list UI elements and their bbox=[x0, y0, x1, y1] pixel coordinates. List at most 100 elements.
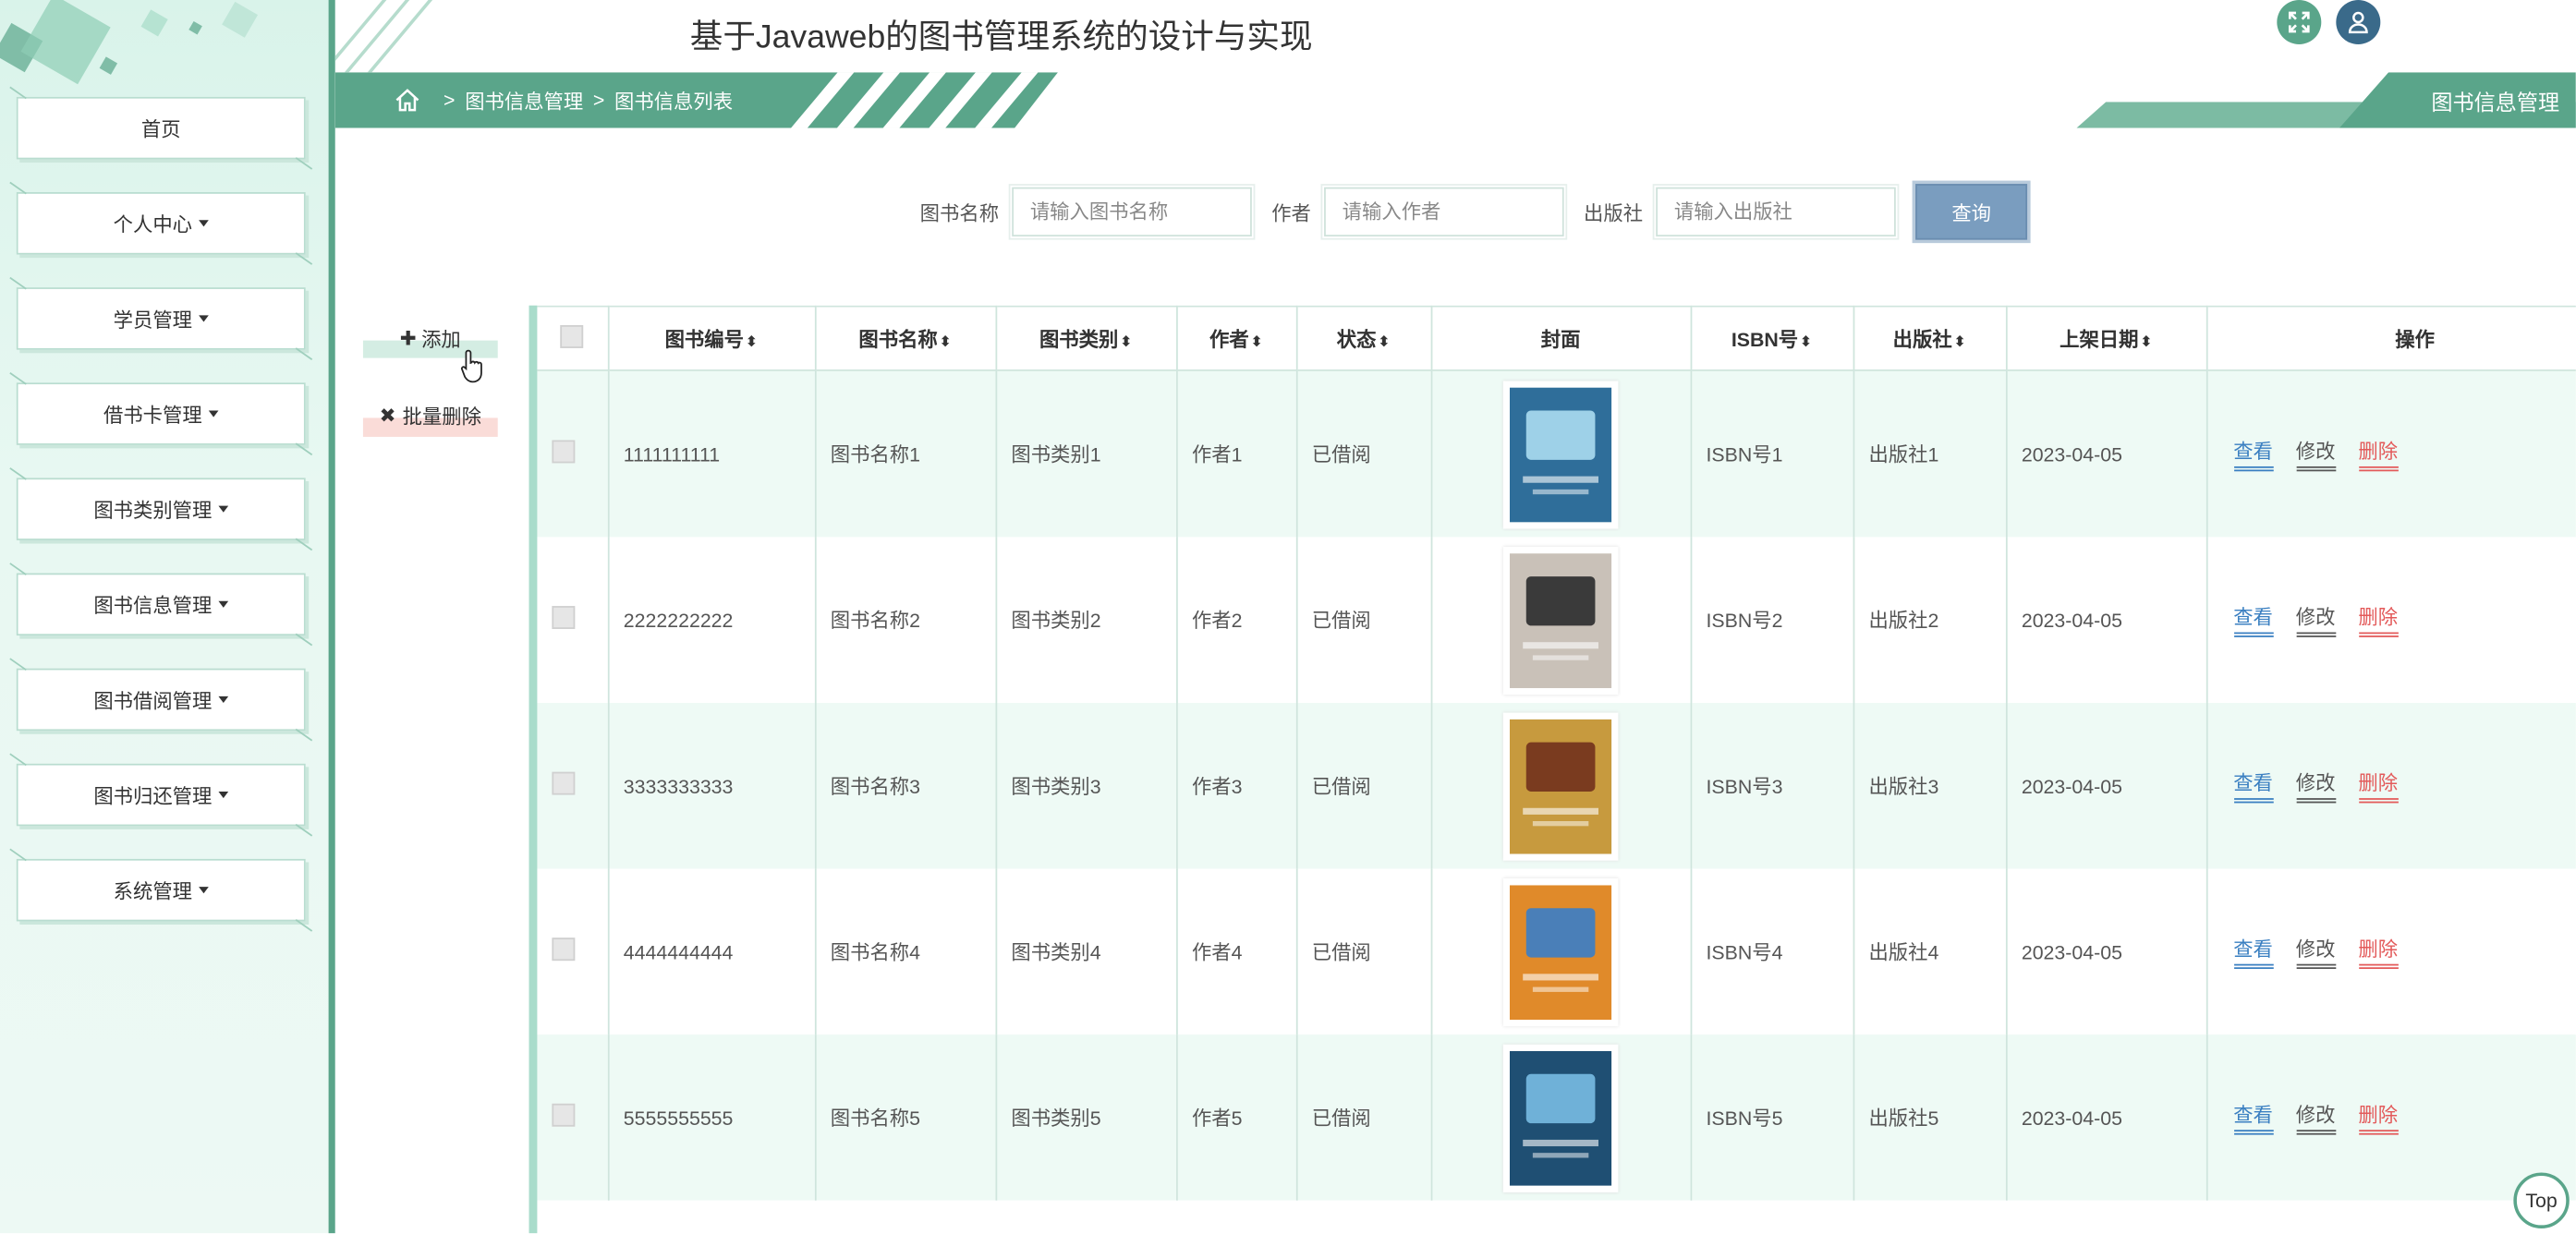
book-name-label: 图书名称 bbox=[919, 200, 1000, 224]
sidebar-item[interactable]: 系统管理 bbox=[16, 858, 306, 922]
edit-link[interactable]: 修改 bbox=[2295, 935, 2336, 970]
delete-link[interactable]: 删除 bbox=[2358, 603, 2399, 637]
book-table: 图书编号 ⬍ 图书名称 ⬍ 图书类别 ⬍ 作者 ⬍ 状态 ⬍ 封面 ISBN号 ⬍ 出版社 ⬍… bbox=[529, 305, 2576, 1234]
cell-cover bbox=[1430, 702, 1692, 869]
fullscreen-button[interactable] bbox=[2277, 0, 2322, 45]
sidebar-item[interactable]: 借书卡管理 bbox=[16, 382, 306, 445]
sidebar-item[interactable]: 图书借阅管理 bbox=[16, 668, 306, 732]
cell-isbn: ISBN号4 bbox=[1690, 868, 1854, 1035]
cell-author: 作者2 bbox=[1176, 537, 1297, 703]
cell-date: 2023-04-05 bbox=[2005, 868, 2207, 1035]
cell-cover bbox=[1430, 537, 1692, 703]
row-checkbox[interactable] bbox=[552, 440, 576, 464]
sidebar-item[interactable]: 图书类别管理 bbox=[16, 478, 306, 540]
view-link[interactable]: 查看 bbox=[2233, 768, 2273, 804]
sidebar-item[interactable]: 学员管理 bbox=[16, 287, 306, 350]
cell-status: 已借阅 bbox=[1295, 1034, 1432, 1201]
column-header[interactable]: 作者 ⬍ bbox=[1176, 305, 1297, 371]
cell-cover bbox=[1430, 369, 1692, 538]
sidebar-item-label: 学员管理 bbox=[113, 308, 193, 332]
row-checkbox-cell[interactable] bbox=[537, 369, 609, 538]
view-link[interactable]: 查看 bbox=[2233, 603, 2273, 637]
delete-link[interactable]: 删除 bbox=[2358, 768, 2399, 804]
cover-accent bbox=[1525, 1072, 1596, 1123]
column-header[interactable]: 图书编号 ⬍ bbox=[607, 305, 816, 371]
select-all-checkbox[interactable] bbox=[560, 324, 584, 348]
cell-status: 已借阅 bbox=[1295, 369, 1432, 538]
book-cover-image bbox=[1502, 1043, 1619, 1192]
home-icon[interactable] bbox=[395, 87, 420, 113]
close-icon: ✖ bbox=[379, 404, 396, 428]
column-header[interactable]: ISBN号 ⬍ bbox=[1690, 305, 1854, 371]
publisher-input[interactable] bbox=[1652, 184, 1900, 240]
cell-id: 2222222222 bbox=[607, 537, 816, 703]
breadcrumb-item-current: 图书信息列表 bbox=[614, 89, 734, 113]
cell-name: 图书名称1 bbox=[814, 369, 997, 538]
edit-link[interactable]: 修改 bbox=[2295, 768, 2336, 804]
row-checkbox-cell[interactable] bbox=[537, 868, 609, 1035]
sidebar-item[interactable]: 个人中心 bbox=[16, 192, 306, 255]
cell-actions: 查看 修改 删除 bbox=[2205, 1034, 2576, 1201]
delete-link[interactable]: 删除 bbox=[2358, 935, 2399, 970]
caret-down-icon bbox=[199, 220, 209, 227]
row-checkbox[interactable] bbox=[552, 606, 576, 629]
column-header: 封面 bbox=[1430, 305, 1692, 371]
book-cover-image bbox=[1502, 546, 1619, 695]
column-header[interactable]: 图书类别 ⬍ bbox=[995, 305, 1177, 371]
column-header[interactable]: 状态 ⬍ bbox=[1295, 305, 1432, 371]
delete-link[interactable]: 删除 bbox=[2358, 1100, 2399, 1135]
sort-icon: ⬍ bbox=[1250, 333, 1263, 349]
search-button[interactable]: 查询 bbox=[1915, 184, 2028, 240]
sidebar-item[interactable]: 图书信息管理 bbox=[16, 573, 306, 636]
sidebar: 首页个人中心学员管理借书卡管理图书类别管理 图书信息管理 图书借阅管理图书归还管理系… bbox=[0, 0, 329, 1234]
row-checkbox[interactable] bbox=[552, 771, 576, 795]
book-cover-image bbox=[1502, 711, 1619, 860]
cell-isbn: ISBN号3 bbox=[1690, 702, 1854, 869]
column-header[interactable]: 图书名称 ⬍ bbox=[814, 305, 997, 371]
sidebar-item-label: 系统管理 bbox=[113, 879, 193, 903]
cover-accent bbox=[1525, 741, 1596, 792]
author-input[interactable] bbox=[1320, 184, 1568, 240]
row-checkbox-cell[interactable] bbox=[537, 702, 609, 869]
cell-id: 1111111111 bbox=[607, 369, 816, 538]
view-link[interactable]: 查看 bbox=[2233, 1100, 2273, 1135]
cell-author: 作者1 bbox=[1176, 369, 1297, 538]
row-checkbox-cell[interactable] bbox=[537, 537, 609, 703]
cell-name: 图书名称3 bbox=[814, 702, 997, 869]
caret-down-icon bbox=[218, 600, 229, 608]
column-header[interactable]: 出版社 ⬍ bbox=[1853, 305, 2007, 371]
search-form: 图书名称 作者 出版社 查询 bbox=[919, 184, 2028, 240]
book-name-input[interactable] bbox=[1008, 184, 1256, 240]
row-checkbox-cell[interactable] bbox=[537, 1034, 609, 1201]
sidebar-item[interactable]: 图书归还管理 bbox=[16, 763, 306, 827]
user-button[interactable] bbox=[2336, 0, 2381, 45]
cell-status: 已借阅 bbox=[1295, 868, 1432, 1035]
back-to-top-button[interactable]: Top bbox=[2513, 1172, 2570, 1228]
cell-publisher: 出版社3 bbox=[1853, 702, 2007, 869]
column-header[interactable]: 上架日期 ⬍ bbox=[2005, 305, 2207, 371]
publisher-label: 出版社 bbox=[1584, 200, 1644, 224]
add-button-label: 添加 bbox=[421, 327, 461, 351]
select-all-checkbox-cell[interactable] bbox=[537, 305, 609, 371]
sort-icon: ⬍ bbox=[1120, 333, 1133, 349]
cell-author: 作者3 bbox=[1176, 702, 1297, 869]
breadcrumb-separator: > bbox=[444, 89, 456, 112]
view-link[interactable]: 查看 bbox=[2233, 935, 2273, 970]
edit-link[interactable]: 修改 bbox=[2295, 1100, 2336, 1135]
edit-link[interactable]: 修改 bbox=[2295, 437, 2336, 472]
app-root: 首页 个人中心 学员管理 借书卡管理 图书类别管理 图书信息管理 图书借阅管理 图书归还管理系… bbox=[0, 0, 2576, 1234]
sidebar-item-label: 图书归还管理 bbox=[93, 783, 213, 807]
sidebar-item[interactable]: 首页 bbox=[16, 96, 306, 160]
batch-delete-button[interactable]: ✖ 批量删除 bbox=[362, 393, 498, 437]
sort-icon: ⬍ bbox=[1953, 333, 1966, 349]
edit-link[interactable]: 修改 bbox=[2295, 603, 2336, 637]
breadcrumb-item-section[interactable]: 图书信息管理 bbox=[465, 86, 583, 114]
view-link[interactable]: 查看 bbox=[2233, 437, 2273, 472]
row-checkbox[interactable] bbox=[552, 938, 576, 962]
sidebar-decoration bbox=[0, 0, 279, 91]
user-icon bbox=[2348, 11, 2368, 34]
row-checkbox[interactable] bbox=[552, 1103, 576, 1127]
sort-icon: ⬍ bbox=[2140, 333, 2153, 349]
cell-status: 已借阅 bbox=[1295, 537, 1432, 703]
delete-link[interactable]: 删除 bbox=[2358, 437, 2399, 472]
